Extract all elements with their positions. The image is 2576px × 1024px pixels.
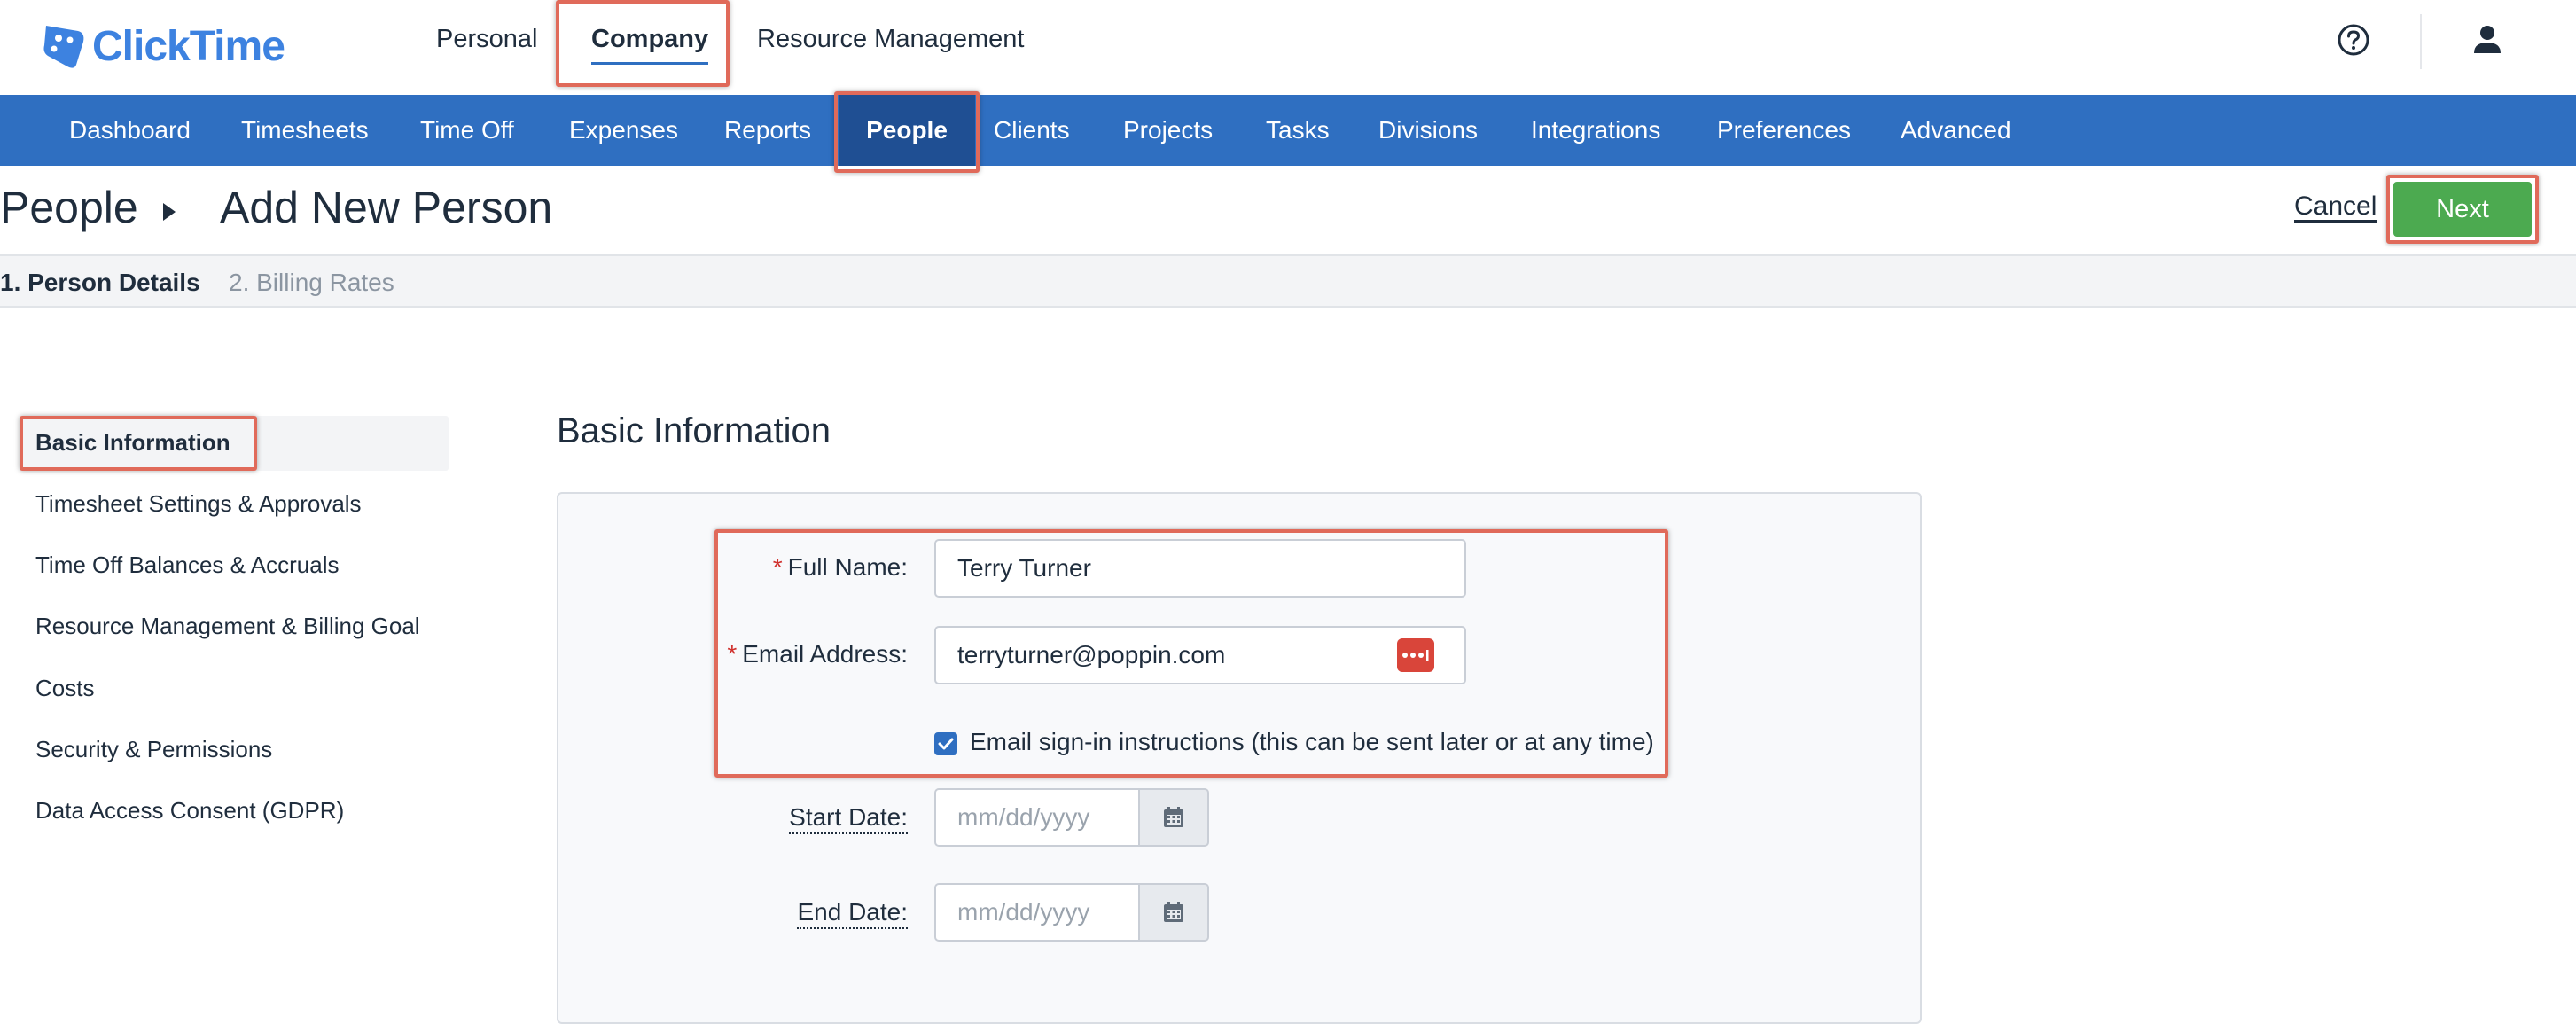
password-manager-icon[interactable] xyxy=(1397,638,1434,672)
start-date-label-text: Start Date: xyxy=(789,803,908,834)
topnav-company-label: Company xyxy=(591,25,709,53)
nav-tasks[interactable]: Tasks xyxy=(1266,95,1330,166)
top-header: ClickTime Personal Company Resource Mana… xyxy=(0,0,2576,95)
breadcrumb-arrow-icon xyxy=(163,203,176,221)
nav-divisions[interactable]: Divisions xyxy=(1378,95,1478,166)
sidebar-item-timesheet-settings[interactable]: Timesheet Settings & Approvals xyxy=(35,490,362,518)
page-title: Add New Person xyxy=(220,183,553,232)
nav-projects[interactable]: Projects xyxy=(1123,95,1213,166)
required-marker: * xyxy=(772,553,783,581)
topnav-personal-label: Personal xyxy=(436,25,538,53)
start-date-input[interactable]: mm/dd/yyyy xyxy=(934,788,1140,847)
end-date-placeholder: mm/dd/yyyy xyxy=(957,898,1090,926)
email-value: terryturner@poppin.com xyxy=(957,641,1226,668)
sidebar-item-gdpr[interactable]: Data Access Consent (GDPR) xyxy=(35,797,344,825)
cancel-link[interactable]: Cancel xyxy=(2294,192,2377,222)
topnav-resource-management[interactable]: Resource Management xyxy=(757,25,1024,54)
section-title: Basic Information xyxy=(557,411,831,450)
nav-preferences[interactable]: Preferences xyxy=(1717,95,1851,166)
start-date-label[interactable]: Start Date: xyxy=(789,803,908,834)
palette-logo-icon xyxy=(43,26,84,68)
email-label: * Email Address: xyxy=(727,640,908,668)
email-label-text: Email Address: xyxy=(742,640,908,668)
steps-bar: 1. Person Details 2. Billing Rates xyxy=(0,254,2576,308)
full-name-input[interactable]: Terry Turner xyxy=(934,539,1466,598)
checkmark-icon xyxy=(938,738,954,750)
start-date-placeholder: mm/dd/yyyy xyxy=(957,803,1090,831)
step-person-details[interactable]: 1. Person Details xyxy=(0,269,200,297)
email-signin-checkbox[interactable] xyxy=(934,732,957,755)
full-name-label: * Full Name: xyxy=(773,553,908,582)
question-circle-icon[interactable] xyxy=(2337,23,2370,57)
header-divider xyxy=(2420,14,2422,69)
nav-dashboard[interactable]: Dashboard xyxy=(69,95,191,166)
calendar-icon xyxy=(1164,807,1183,827)
topnav-personal[interactable]: Personal xyxy=(436,25,537,54)
main-nav: Dashboard Timesheets Time Off Expenses R… xyxy=(0,95,2576,166)
full-name-label-text: Full Name: xyxy=(787,553,908,581)
clicktime-logo[interactable]: ClickTime xyxy=(41,18,285,74)
email-signin-label[interactable]: Email sign-in instructions (this can be … xyxy=(970,728,1654,756)
nav-reports[interactable]: Reports xyxy=(724,95,811,166)
brand-name: ClickTime xyxy=(92,22,285,70)
calendar-icon xyxy=(1164,902,1183,922)
step-billing-rates[interactable]: 2. Billing Rates xyxy=(229,269,394,297)
nav-integrations[interactable]: Integrations xyxy=(1531,95,1660,166)
nav-advanced[interactable]: Advanced xyxy=(1901,95,2011,166)
end-date-label[interactable]: End Date: xyxy=(797,898,908,929)
sidebar-item-basic-information[interactable]: Basic Information xyxy=(35,429,230,457)
nav-expenses[interactable]: Expenses xyxy=(569,95,678,166)
sidebar-item-resource-management[interactable]: Resource Management & Billing Goal xyxy=(35,613,420,640)
nav-time-off[interactable]: Time Off xyxy=(420,95,514,166)
active-underline xyxy=(591,62,709,65)
sidebar-item-time-off-balances[interactable]: Time Off Balances & Accruals xyxy=(35,551,339,579)
next-button[interactable]: Next xyxy=(2393,182,2532,237)
nav-people[interactable]: People xyxy=(839,95,975,166)
user-icon[interactable] xyxy=(2471,23,2503,55)
topnav-company[interactable]: Company xyxy=(591,25,709,65)
end-date-input[interactable]: mm/dd/yyyy xyxy=(934,883,1140,942)
breadcrumb-root[interactable]: People xyxy=(0,182,138,233)
password-dots-icon xyxy=(1402,650,1429,661)
email-input[interactable]: terryturner@poppin.com xyxy=(934,626,1466,684)
end-date-label-text: End Date: xyxy=(797,898,908,929)
nav-clients[interactable]: Clients xyxy=(994,95,1070,166)
full-name-value: Terry Turner xyxy=(957,554,1091,582)
end-date-calendar-button[interactable] xyxy=(1140,883,1209,942)
required-marker: * xyxy=(727,640,738,668)
nav-timesheets[interactable]: Timesheets xyxy=(241,95,369,166)
topnav-resource-management-label: Resource Management xyxy=(757,25,1025,53)
sidebar-item-costs[interactable]: Costs xyxy=(35,675,94,702)
sidebar-item-security-permissions[interactable]: Security & Permissions xyxy=(35,736,272,763)
start-date-calendar-button[interactable] xyxy=(1140,788,1209,847)
